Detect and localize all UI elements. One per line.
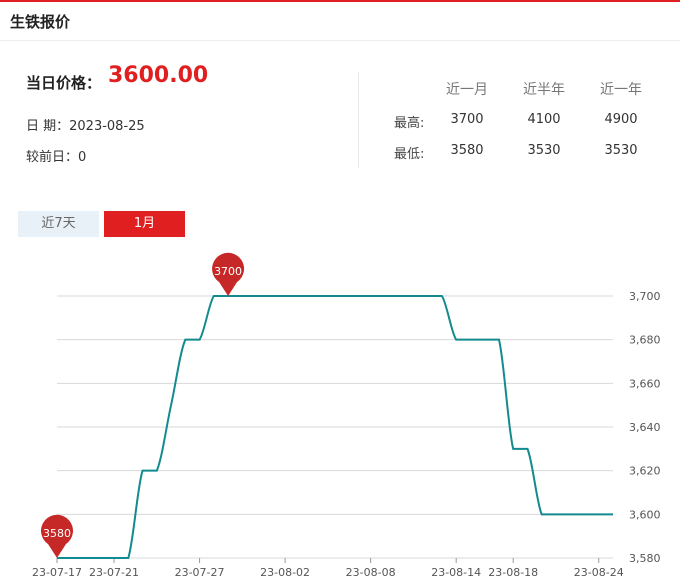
price-line-chart: 23-07-17 23-07-21 23-07-27 23-08-02 23-08-08… bbox=[32, 252, 661, 579]
stats-high-month: 3700 bbox=[450, 112, 484, 127]
x-tick-label: 23-07-21 bbox=[89, 566, 139, 579]
max-min-marker: 3580 bbox=[41, 514, 73, 558]
stats-low-month: 3580 bbox=[450, 143, 484, 158]
y-tick-label: 3,600 bbox=[629, 508, 661, 521]
y-tick-label: 3,680 bbox=[629, 334, 661, 347]
x-tick-label: 23-07-17 bbox=[32, 566, 82, 579]
x-tick-label: 23-07-27 bbox=[175, 566, 225, 579]
stats-header-month: 近一月 bbox=[446, 82, 488, 98]
price-value: 3600.00 bbox=[108, 63, 209, 88]
change-text: 较前日：0 bbox=[26, 150, 87, 165]
stats-high-halfyear: 4100 bbox=[527, 112, 561, 127]
stats-low-halfyear: 3530 bbox=[527, 143, 561, 158]
stats-low-year: 3530 bbox=[604, 143, 638, 158]
page-title: 生铁报价 bbox=[10, 13, 71, 31]
stats-header-year: 近一年 bbox=[600, 82, 642, 98]
y-tick-label: 3,660 bbox=[629, 377, 661, 390]
stats-header-halfyear: 近半年 bbox=[523, 82, 565, 98]
stats-high-year: 4900 bbox=[604, 112, 638, 127]
x-tick-label: 23-08-02 bbox=[260, 566, 310, 579]
price-label: 当日价格： bbox=[26, 74, 102, 92]
y-tick-label: 3,620 bbox=[629, 465, 661, 478]
max-min-marker: 3700 bbox=[212, 252, 245, 296]
x-tick-label: 23-08-08 bbox=[346, 566, 396, 579]
marker-label: 3700 bbox=[214, 265, 242, 278]
x-tick-label: 23-08-24 bbox=[574, 566, 624, 579]
y-tick-label: 3,640 bbox=[629, 421, 661, 434]
y-tick-label: 3,580 bbox=[629, 552, 661, 565]
x-tick-label: 23-08-18 bbox=[488, 566, 538, 579]
section-header: 生铁报价 bbox=[0, 2, 680, 41]
y-tick-label: 3,700 bbox=[629, 290, 661, 303]
marker-label: 3580 bbox=[43, 527, 71, 540]
tab-1-month[interactable]: 1月 bbox=[104, 211, 185, 237]
x-tick-label: 23-08-14 bbox=[431, 566, 481, 579]
date-text: 日 期：2023-08-25 bbox=[26, 119, 145, 134]
tab-7-days[interactable]: 近7天 bbox=[18, 211, 99, 237]
vertical-divider bbox=[358, 72, 359, 168]
